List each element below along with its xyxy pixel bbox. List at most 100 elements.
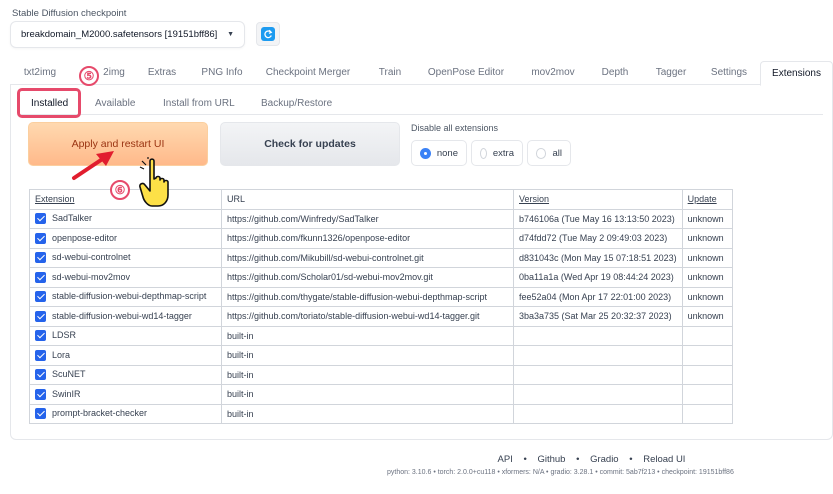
table-row: SwinIR built-in (29, 384, 733, 405)
extension-url: built-in (221, 345, 514, 366)
extension-enabled-checkbox[interactable] (35, 369, 46, 381)
refresh-checkpoint-button[interactable] (256, 22, 280, 46)
footer-separator: • (523, 454, 527, 465)
table-row: LDSR built-in (29, 325, 733, 346)
extension-name: SadTalker (52, 213, 93, 224)
extension-url: built-in (221, 384, 514, 405)
step-5-badge: ⑤ (79, 66, 99, 86)
tab-txt2img[interactable]: txt2img (16, 61, 64, 85)
extension-url: https://github.com/toriato/stable-diffus… (221, 306, 514, 327)
column-header-version[interactable]: Version (513, 189, 683, 210)
extension-url: built-in (221, 364, 514, 385)
extension-url: built-in (221, 325, 514, 346)
radio-unchecked-icon (480, 147, 487, 159)
extension-enabled-checkbox[interactable] (35, 330, 46, 342)
extension-enabled-checkbox[interactable] (35, 232, 46, 244)
footer-version-info: python: 3.10.6 • torch: 2.0.0+cu118 • xf… (387, 469, 734, 476)
tab-openpose-editor[interactable]: OpenPose Editor (418, 61, 514, 85)
extension-cell: Lora (29, 345, 222, 366)
check-updates-button[interactable]: Check for updates (220, 122, 400, 166)
radio-none[interactable]: none (411, 140, 467, 166)
extension-url: https://github.com/thygate/stable-diffus… (221, 286, 514, 307)
extension-enabled-checkbox[interactable] (35, 388, 46, 400)
extension-update-status: unknown (681, 228, 733, 249)
extension-enabled-checkbox[interactable] (35, 408, 46, 420)
footer-link-reload-ui[interactable]: Reload UI (643, 454, 685, 465)
extension-cell: sd-webui-mov2mov (29, 267, 222, 288)
extension-cell: sd-webui-controlnet (29, 247, 222, 268)
table-row: sd-webui-mov2mov https://github.com/Schol… (29, 267, 733, 288)
table-row: prompt-bracket-checker built-in (29, 403, 733, 424)
extension-name: ScuNET (52, 369, 86, 380)
extension-update-status (681, 403, 733, 424)
extension-enabled-checkbox[interactable] (35, 291, 46, 303)
tab-extras[interactable]: Extras (138, 61, 186, 85)
extension-update-status (681, 345, 733, 366)
extension-version (513, 384, 683, 405)
tab-backup-restore[interactable]: Backup/Restore (261, 93, 332, 115)
tab-mov2mov[interactable]: mov2mov (520, 61, 586, 85)
extension-version: d831043c (Mon May 15 07:18:51 2023) (513, 247, 683, 268)
tab-extensions[interactable]: Extensions (760, 61, 833, 86)
footer-separator: • (576, 454, 580, 465)
extension-enabled-checkbox[interactable] (35, 310, 46, 322)
extension-version (513, 403, 683, 424)
radio-all-label: all (552, 147, 562, 159)
extension-version: d74fdd72 (Tue May 2 09:49:03 2023) (513, 228, 683, 249)
extension-name: LDSR (52, 330, 77, 341)
tab-train[interactable]: Train (368, 61, 412, 85)
footer-separator: • (629, 454, 633, 465)
tab-settings[interactable]: Settings (700, 61, 758, 85)
checkpoint-dropdown[interactable]: breakdomain_M2000.safetensors [19151bff8… (10, 21, 245, 48)
extension-version: fee52a04 (Mon Apr 17 22:01:00 2023) (513, 286, 683, 307)
extension-cell: SwinIR (29, 384, 222, 405)
extension-enabled-checkbox[interactable] (35, 349, 46, 361)
tab-available[interactable]: Available (95, 93, 135, 115)
table-row: Lora built-in (29, 345, 733, 366)
footer-link-api[interactable]: API (498, 454, 513, 465)
extension-name: SwinIR (52, 388, 81, 399)
column-header-update[interactable]: Update (681, 189, 733, 210)
tab-tagger[interactable]: Tagger (644, 61, 698, 85)
tab-png-info[interactable]: PNG Info (192, 61, 252, 85)
tab-img2img[interactable]: 2img (98, 61, 130, 85)
extension-cell: stable-diffusion-webui-depthmap-script (29, 286, 222, 307)
extensions-sub-tab-bar: Installed Available Install from URL Bac… (18, 93, 823, 115)
checkpoint-value: breakdomain_M2000.safetensors [19151bff8… (21, 29, 218, 40)
table-row: ScuNET built-in (29, 364, 733, 385)
radio-checked-icon (420, 147, 431, 159)
disable-extensions-label: Disable all extensions (411, 123, 499, 133)
extension-url: https://github.com/fkunn1326/openpose-ed… (221, 228, 514, 249)
extension-update-status: unknown (681, 267, 733, 288)
radio-extra-label: extra (492, 147, 514, 159)
extension-url: https://github.com/Scholar01/sd-webui-mo… (221, 267, 514, 288)
footer-links: API • Github • Gradio • Reload UI (0, 454, 833, 465)
extension-cell: LDSR (29, 325, 222, 346)
extension-version (513, 345, 683, 366)
extension-update-status: unknown (681, 208, 733, 229)
main-tab-bar: txt2img 2img Extras PNG Info Checkpoint … (10, 61, 833, 86)
footer-link-gradio[interactable]: Gradio (590, 454, 619, 465)
checkpoint-label: Stable Diffusion checkpoint (12, 8, 127, 19)
extension-enabled-checkbox[interactable] (35, 213, 46, 225)
tab-checkpoint-merger[interactable]: Checkpoint Merger (258, 61, 358, 85)
red-arrow-icon (72, 151, 114, 180)
extension-enabled-checkbox[interactable] (35, 252, 46, 264)
installed-tab-highlight (17, 88, 81, 118)
footer-link-github[interactable]: Github (537, 454, 565, 465)
extension-name: openpose-editor (52, 232, 118, 243)
table-row: sd-webui-controlnet https://github.com/Mi… (29, 247, 733, 268)
extension-enabled-checkbox[interactable] (35, 271, 46, 283)
table-row: stable-diffusion-webui-wd14-tagger https:… (29, 306, 733, 327)
refresh-icon (261, 27, 275, 41)
tab-depth[interactable]: Depth (590, 61, 640, 85)
extension-name: stable-diffusion-webui-depthmap-script (52, 291, 207, 302)
extension-version: 3ba3a735 (Sat Mar 25 20:32:37 2023) (513, 306, 683, 327)
extension-update-status: unknown (681, 306, 733, 327)
extension-cell: SadTalker (29, 208, 222, 229)
tab-install-from-url[interactable]: Install from URL (163, 93, 235, 115)
radio-all[interactable]: all (527, 140, 571, 166)
extension-name: stable-diffusion-webui-wd14-tagger (52, 310, 192, 321)
column-header-url[interactable]: URL (221, 189, 514, 210)
radio-extra[interactable]: extra (471, 140, 523, 166)
